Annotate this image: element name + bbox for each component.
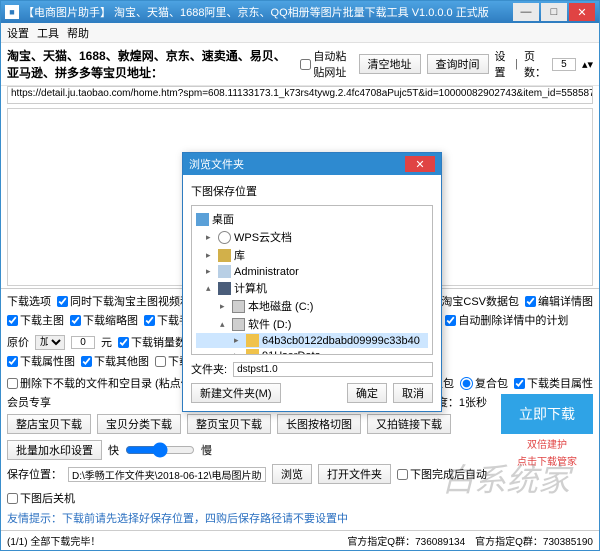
promo-1: 双倍建护 bbox=[527, 436, 567, 451]
category-dl-button[interactable]: 宝贝分类下载 bbox=[97, 414, 181, 434]
watermark-button[interactable]: 批量加水印设置 bbox=[7, 440, 102, 460]
expander-icon[interactable]: ▸ bbox=[234, 350, 243, 355]
cloud-icon bbox=[218, 231, 231, 244]
titlebar: ■ 【电商图片助手】 淘宝、天猫、1688阿里、京东、QQ相册等图片批量下载工具… bbox=[1, 1, 599, 23]
dialog-title: 浏览文件夹 bbox=[189, 156, 244, 172]
edit-info[interactable]: 编辑详情图 bbox=[525, 293, 593, 309]
address-row: 淘宝、天猫、1688、敦煌网、京东、速卖通、易贝、亚马逊、拼多多等宝贝地址： 自… bbox=[1, 43, 599, 86]
folder-tree[interactable]: 桌面 ▸WPS云文档 ▸库 ▸Administrator ▴计算机 ▸本地磁盘 … bbox=[191, 205, 433, 355]
grid-cut-button[interactable]: 长图按格切图 bbox=[277, 414, 361, 434]
slow-label: 慢 bbox=[201, 442, 212, 458]
computer-icon bbox=[218, 282, 231, 295]
auto-copy-target[interactable]: 自动删除详情中的计划 bbox=[445, 312, 568, 328]
expander-icon[interactable]: ▸ bbox=[234, 335, 243, 346]
status-qq2: 官方指定Q群：730385190 bbox=[475, 533, 593, 548]
drive-icon bbox=[232, 300, 245, 313]
folder-icon bbox=[246, 334, 259, 347]
save-path-input[interactable] bbox=[68, 467, 266, 482]
whole-shop-button[interactable]: 整店宝贝下载 bbox=[7, 414, 91, 434]
menu-tools[interactable]: 工具 bbox=[37, 25, 59, 41]
ok-button[interactable]: 确定 bbox=[347, 383, 387, 403]
app-icon: ■ bbox=[5, 5, 19, 19]
browse-button[interactable]: 浏览 bbox=[272, 464, 312, 484]
menubar: 设置 工具 帮助 bbox=[1, 23, 599, 43]
expander-icon[interactable]: ▸ bbox=[206, 232, 215, 243]
tree-lib[interactable]: ▸库 bbox=[196, 246, 428, 264]
tree-wps[interactable]: ▸WPS云文档 bbox=[196, 228, 428, 246]
folder-label: 文件夹: bbox=[191, 361, 227, 377]
new-folder-button[interactable]: 新建文件夹(M) bbox=[191, 383, 281, 403]
statusbar: (1/1) 全部下载完毕！ 官方指定Q群：736089134 官方指定Q群：73… bbox=[1, 530, 599, 550]
expander-icon[interactable]: ▴ bbox=[220, 319, 229, 330]
settings-link[interactable]: 设置 bbox=[495, 48, 510, 80]
user-icon bbox=[218, 265, 231, 278]
minimize-button[interactable]: — bbox=[513, 3, 539, 21]
price-label: 原价 bbox=[7, 334, 29, 350]
tree-folder2[interactable]: ▸91UserData bbox=[196, 348, 428, 355]
desktop-icon bbox=[196, 213, 209, 226]
tree-admin[interactable]: ▸Administrator bbox=[196, 264, 428, 279]
expander-icon[interactable]: ▸ bbox=[220, 301, 229, 312]
after-dl-auto[interactable]: 下图完成后自动 bbox=[397, 466, 487, 482]
opt-other-img[interactable]: 下载其他图 bbox=[81, 353, 149, 369]
url-input[interactable]: https://detail.ju.taobao.com/home.htm?sp… bbox=[7, 86, 593, 104]
folder-name-input[interactable] bbox=[233, 362, 433, 377]
library-icon bbox=[218, 249, 231, 262]
browse-folder-dialog: 浏览文件夹 ✕ 下图保存位置 桌面 ▸WPS云文档 ▸库 ▸Administra… bbox=[182, 152, 442, 412]
opt-thumb-img[interactable]: 下载缩略图 bbox=[70, 312, 138, 328]
menu-help[interactable]: 帮助 bbox=[67, 25, 89, 41]
fast-label: 快 bbox=[108, 442, 119, 458]
dialog-titlebar: 浏览文件夹 ✕ bbox=[183, 153, 441, 175]
speed-slider[interactable] bbox=[125, 442, 195, 458]
window-title: 【电商图片助手】 淘宝、天猫、1688阿里、京东、QQ相册等图片批量下载工具 V… bbox=[23, 4, 489, 20]
clear-address-button[interactable]: 清空地址 bbox=[359, 54, 421, 74]
menu-settings[interactable]: 设置 bbox=[7, 25, 29, 41]
open-folder-button[interactable]: 打开文件夹 bbox=[318, 464, 391, 484]
member-label: 会员专享 bbox=[7, 394, 51, 410]
tree-drive-d[interactable]: ▴软件 (D:) bbox=[196, 315, 428, 333]
cancel-button[interactable]: 取消 bbox=[393, 383, 433, 403]
drive-icon bbox=[232, 318, 245, 331]
address-label: 淘宝、天猫、1688、敦煌网、京东、速卖通、易贝、亚马逊、拼多多等宝贝地址： bbox=[7, 47, 294, 81]
pages-label: 页数： bbox=[524, 48, 546, 80]
radio-combo[interactable]: 复合包 bbox=[460, 375, 508, 391]
tree-drive-c[interactable]: ▸本地磁盘 (C:) bbox=[196, 297, 428, 315]
maximize-button[interactable]: □ bbox=[541, 3, 567, 21]
folder-icon bbox=[246, 349, 259, 355]
pages-stepper-icon[interactable]: ▴▾ bbox=[582, 58, 593, 71]
tree-folder1[interactable]: ▸64b3cb0122dbabd09999c33b40 bbox=[196, 333, 428, 348]
sale-info[interactable]: 下载销量数 bbox=[118, 334, 186, 350]
opt-prop-img[interactable]: 下载属性图 bbox=[7, 353, 75, 369]
remove-failed[interactable]: 删除下不载的文件和空目录 (粘点保存) bbox=[7, 375, 206, 391]
query-time-button[interactable]: 查询时间 bbox=[427, 54, 489, 74]
dialog-subtitle: 下图保存位置 bbox=[191, 183, 433, 199]
price-value[interactable] bbox=[71, 336, 95, 349]
link-dl-button[interactable]: 又拍链接下载 bbox=[367, 414, 451, 434]
expander-icon[interactable]: ▸ bbox=[206, 250, 215, 261]
download-now-button[interactable]: 立即下载 bbox=[501, 394, 593, 434]
status-progress: (1/1) 全部下载完毕！ bbox=[7, 533, 100, 548]
save-label: 保存位置： bbox=[7, 466, 62, 482]
dialog-close-button[interactable]: ✕ bbox=[405, 156, 435, 172]
auto-paste-checkbox[interactable]: 自动粘贴网址 bbox=[300, 48, 352, 80]
tree-computer[interactable]: ▴计算机 bbox=[196, 279, 428, 297]
close-button[interactable]: ✕ bbox=[569, 3, 595, 21]
hint-text: 友情提示：下载前请先选择好保存位置，四购后保存路径请不要设置中 bbox=[7, 510, 348, 526]
after-dl-close[interactable]: 下图后关机 bbox=[7, 490, 75, 506]
expander-icon[interactable]: ▴ bbox=[206, 283, 215, 294]
expander-icon[interactable]: ▸ bbox=[206, 266, 215, 277]
opt-main-img[interactable]: 下载主图 bbox=[7, 312, 64, 328]
tree-desktop[interactable]: 桌面 bbox=[196, 210, 428, 228]
pages-input[interactable] bbox=[552, 58, 576, 71]
price-op[interactable]: 加 bbox=[35, 335, 65, 350]
download-options-label: 下载选项 bbox=[7, 293, 51, 309]
category-attr[interactable]: 下载类目属性 bbox=[514, 375, 593, 391]
page-dl-button[interactable]: 整页宝贝下载 bbox=[187, 414, 271, 434]
promo-2[interactable]: 点击下载管家 bbox=[517, 453, 577, 468]
status-qq1: 官方指定Q群：736089134 bbox=[347, 533, 465, 548]
